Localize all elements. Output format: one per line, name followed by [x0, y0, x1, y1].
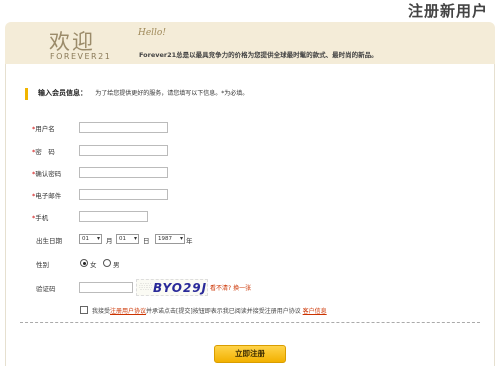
birthday-label: 出生日期: [36, 237, 62, 245]
captcha-image[interactable]: ∴∵∴∵∴ ∵∴∵∴∵ BYO29J: [136, 279, 208, 296]
year-unit: 年: [186, 237, 193, 245]
captcha-label: 验证码: [36, 285, 56, 293]
birth-day-select[interactable]: 01: [116, 234, 139, 244]
month-unit: 月: [106, 237, 113, 245]
gender-female-label: 女: [90, 261, 97, 269]
captcha-code: BYO29J: [153, 281, 208, 295]
gender-label: 性别: [36, 261, 49, 269]
register-submit-button[interactable]: 立即注册: [214, 345, 286, 363]
day-unit: 日: [143, 237, 150, 245]
captcha-input[interactable]: [79, 282, 133, 293]
section-description: 为了给您提供更好的服务，请您填写以下信息。*为必填。: [95, 90, 249, 97]
agreement-text: 我接受注册用户协议并承诺点击[提交]按钮即表示我已阅读并接受注册用户协议 客户信…: [92, 308, 327, 315]
terms-link[interactable]: 注册用户协议: [110, 308, 146, 315]
captcha-refresh-link[interactable]: 看不清? 换一张: [210, 283, 251, 292]
confirm-password-label: *确认密码: [32, 170, 62, 178]
captcha-noise: ∴∵∴∵∴ ∵∴∵∴∵: [139, 282, 152, 291]
password-input[interactable]: [79, 145, 168, 156]
brand-logo: FOREVER21: [50, 52, 112, 61]
section-header: 输入会员信息： 为了给您提供更好的服务，请您填写以下信息。*为必填。: [25, 88, 248, 100]
username-label: *用户名: [32, 125, 55, 133]
section-title: 输入会员信息：: [38, 89, 87, 97]
gender-male-label: 男: [113, 261, 120, 269]
birth-year-select[interactable]: 1987: [155, 234, 185, 244]
agree-checkbox[interactable]: [80, 306, 88, 314]
hello-text: Hello!: [138, 28, 166, 38]
phone-label: *手机: [32, 214, 49, 222]
gender-female-radio[interactable]: [80, 259, 88, 267]
divider: [20, 322, 480, 323]
phone-input[interactable]: [79, 211, 148, 222]
email-input[interactable]: [79, 189, 168, 200]
page-title: 注册新用户: [407, 2, 488, 20]
privacy-link[interactable]: 客户信息: [303, 308, 327, 315]
banner-slogan: Forever21总是以最具竞争力的价格为您提供全球最时髦的款式、最时尚的新品。: [139, 51, 378, 59]
username-input[interactable]: [79, 122, 168, 133]
birth-month-select[interactable]: 01: [79, 234, 102, 244]
email-label: *电子邮件: [32, 192, 62, 200]
password-label: *密 码: [32, 148, 55, 156]
welcome-banner: 欢迎 FOREVER21 Hello! Forever21总是以最具竞争力的价格…: [5, 22, 495, 64]
confirm-password-input[interactable]: [79, 167, 168, 178]
gender-male-radio[interactable]: [103, 259, 111, 267]
